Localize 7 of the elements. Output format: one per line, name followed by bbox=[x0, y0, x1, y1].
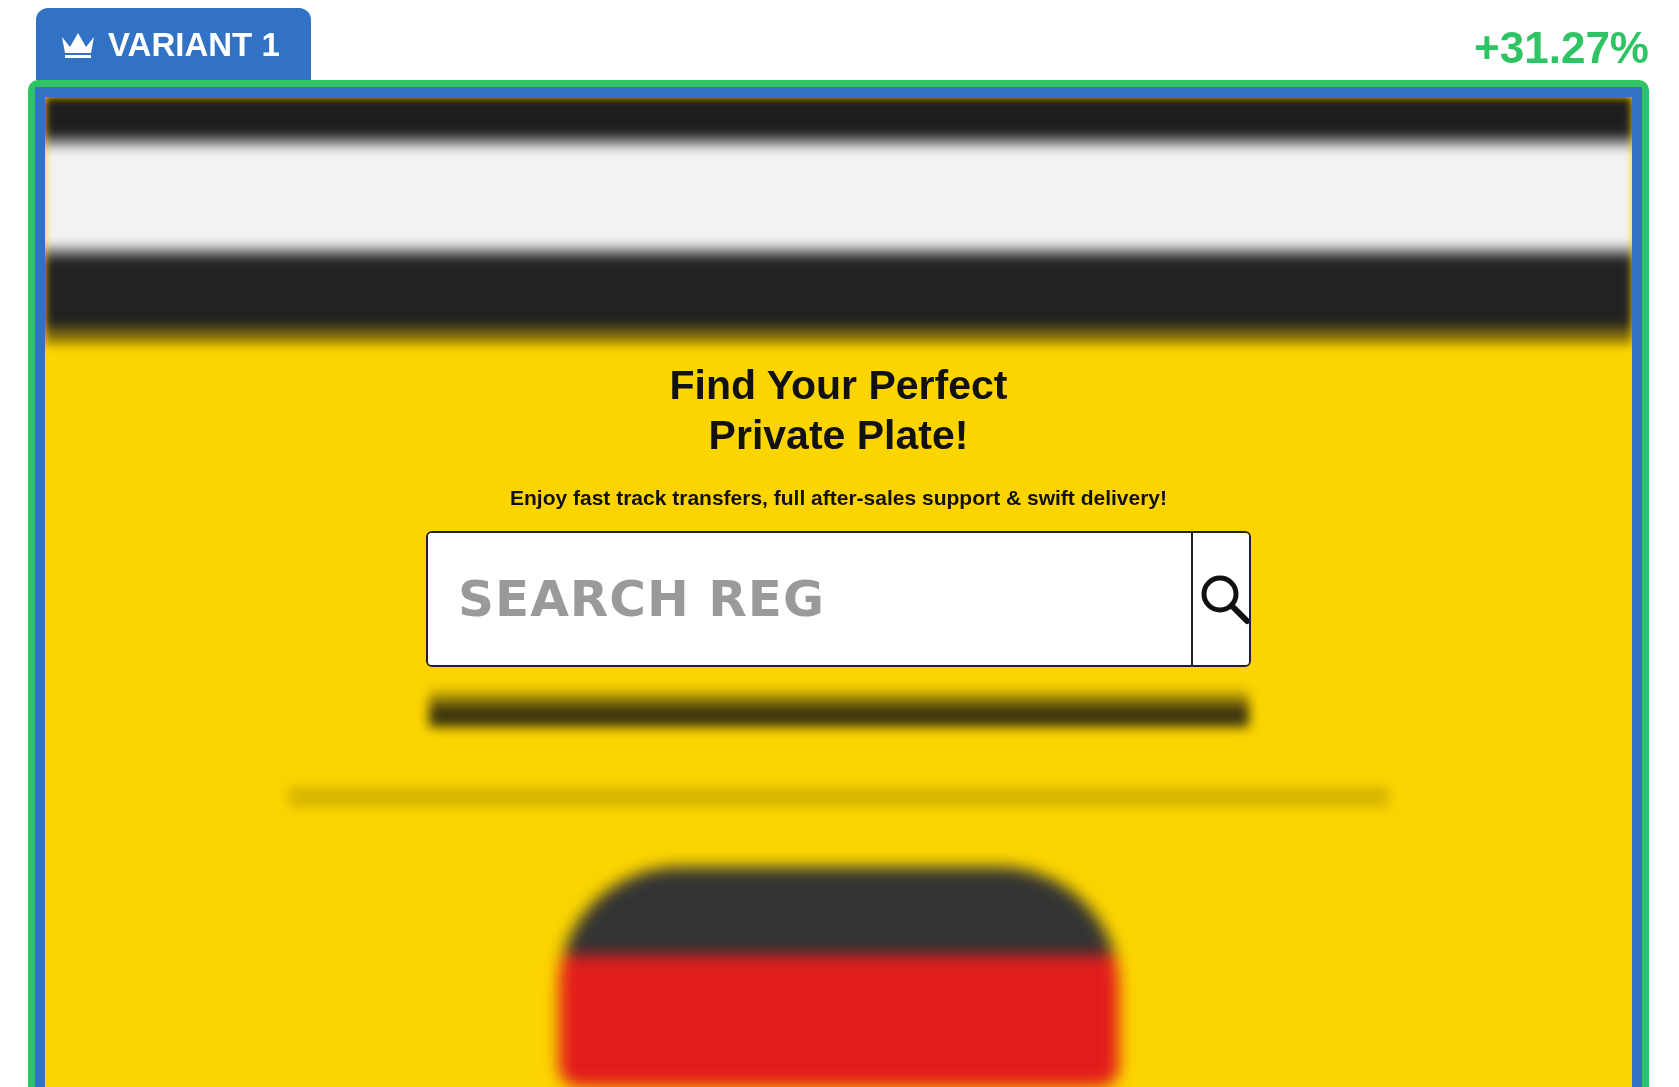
search-button[interactable] bbox=[1191, 533, 1249, 665]
hero-title: Find Your Perfect Private Plate! bbox=[669, 360, 1008, 460]
search-field[interactable]: SEARCH REG bbox=[426, 531, 1251, 667]
hero-subtitle: Enjoy fast track transfers, full after-sales support & swift delivery! bbox=[510, 484, 1167, 511]
uplift-percentage: +31.27% bbox=[1474, 25, 1649, 70]
variant-tab[interactable]: VARIANT 1 bbox=[36, 8, 311, 80]
search-icon bbox=[1199, 573, 1249, 625]
